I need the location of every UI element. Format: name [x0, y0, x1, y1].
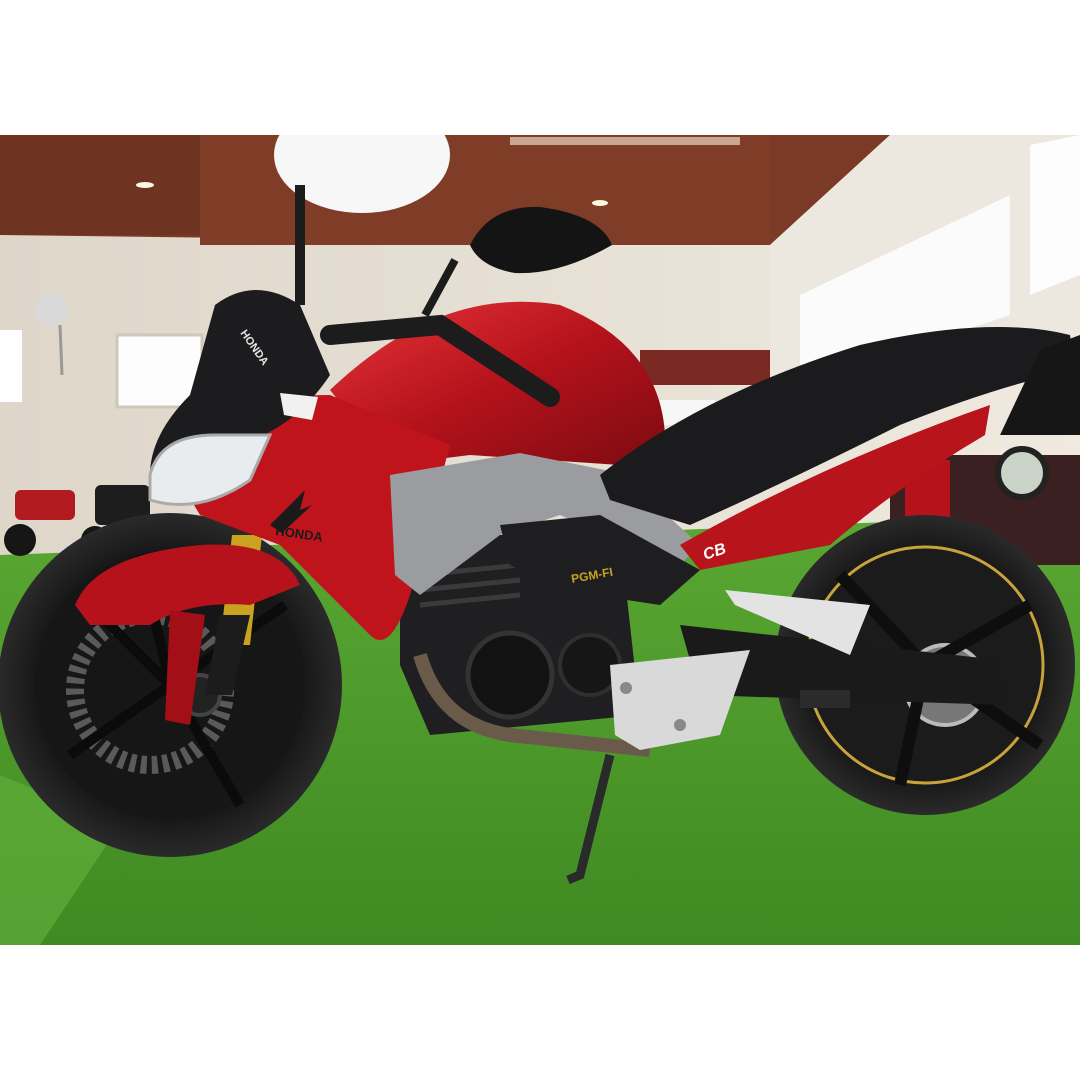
motorcycle-photo: HONDA HONDA PGM-FI CB — [0, 135, 1080, 945]
